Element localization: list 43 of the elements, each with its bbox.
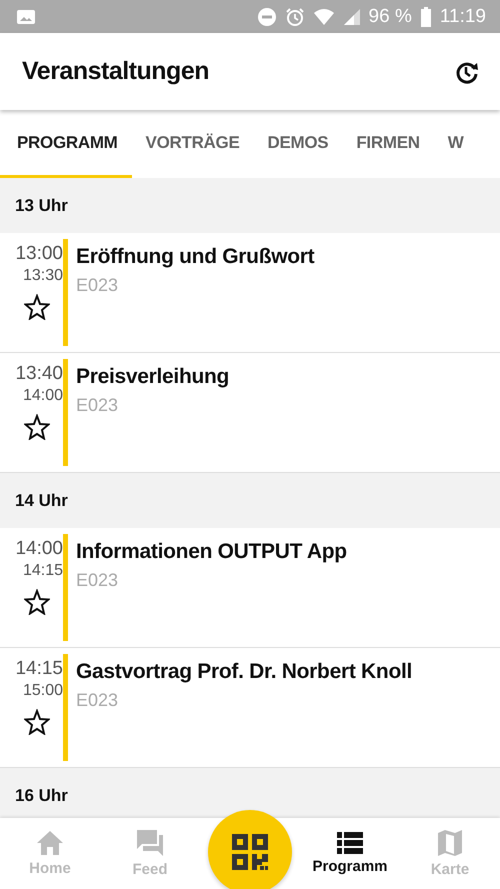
battery-percentage: 96 % xyxy=(368,6,412,28)
nav-item[interactable]: Programm xyxy=(308,818,392,889)
tab[interactable]: DEMOS xyxy=(254,110,342,178)
event-title[interactable]: Informationen OUTPUT App xyxy=(76,540,347,564)
end-time: 14:00 xyxy=(22,387,63,405)
page-title: Veranstaltungen xyxy=(22,57,209,86)
start-time: 13:40 xyxy=(15,363,63,385)
start-time: 14:00 xyxy=(15,538,63,560)
image-icon xyxy=(16,8,36,26)
tab[interactable]: VORTRÄGE xyxy=(132,110,254,178)
room-label: E023 xyxy=(76,275,120,296)
star-icon[interactable] xyxy=(24,294,50,320)
end-time: 13:30 xyxy=(22,267,63,285)
tab[interactable]: W xyxy=(434,110,478,178)
star-icon[interactable] xyxy=(24,589,50,615)
start-time: 14:15 xyxy=(15,658,63,680)
event-title[interactable]: Gastvortrag Prof. Dr. Norbert Knoll xyxy=(76,660,412,684)
battery-icon xyxy=(420,6,432,26)
event-title[interactable]: Eröffnung und Grußwort xyxy=(76,245,314,269)
chat-icon xyxy=(136,829,164,857)
tab[interactable]: FIRMEN xyxy=(342,110,434,178)
start-time: 13:00 xyxy=(15,243,63,265)
qr-scan-button[interactable] xyxy=(208,810,292,889)
signal-icon xyxy=(342,8,361,26)
section-heading: 13 Uhr xyxy=(15,196,68,216)
map-icon xyxy=(436,829,463,857)
end-time: 15:00 xyxy=(22,682,63,700)
room-label: E023 xyxy=(76,690,120,711)
clock-time: 11:19 xyxy=(440,6,486,28)
section-heading: 16 Uhr xyxy=(15,786,68,806)
home-icon xyxy=(36,830,64,856)
end-time: 14:15 xyxy=(22,562,63,580)
section-heading: 14 Uhr xyxy=(15,490,68,510)
star-icon[interactable] xyxy=(24,709,50,735)
star-icon[interactable] xyxy=(24,414,50,440)
alarm-icon xyxy=(284,6,305,26)
do-not-disturb-icon xyxy=(256,6,277,26)
wifi-icon xyxy=(312,8,335,26)
list-icon xyxy=(337,832,363,854)
room-label: E023 xyxy=(76,395,120,416)
event-title[interactable]: Preisverleihung xyxy=(76,365,230,389)
qr-code-icon xyxy=(230,832,270,872)
room-label: E023 xyxy=(76,570,120,591)
